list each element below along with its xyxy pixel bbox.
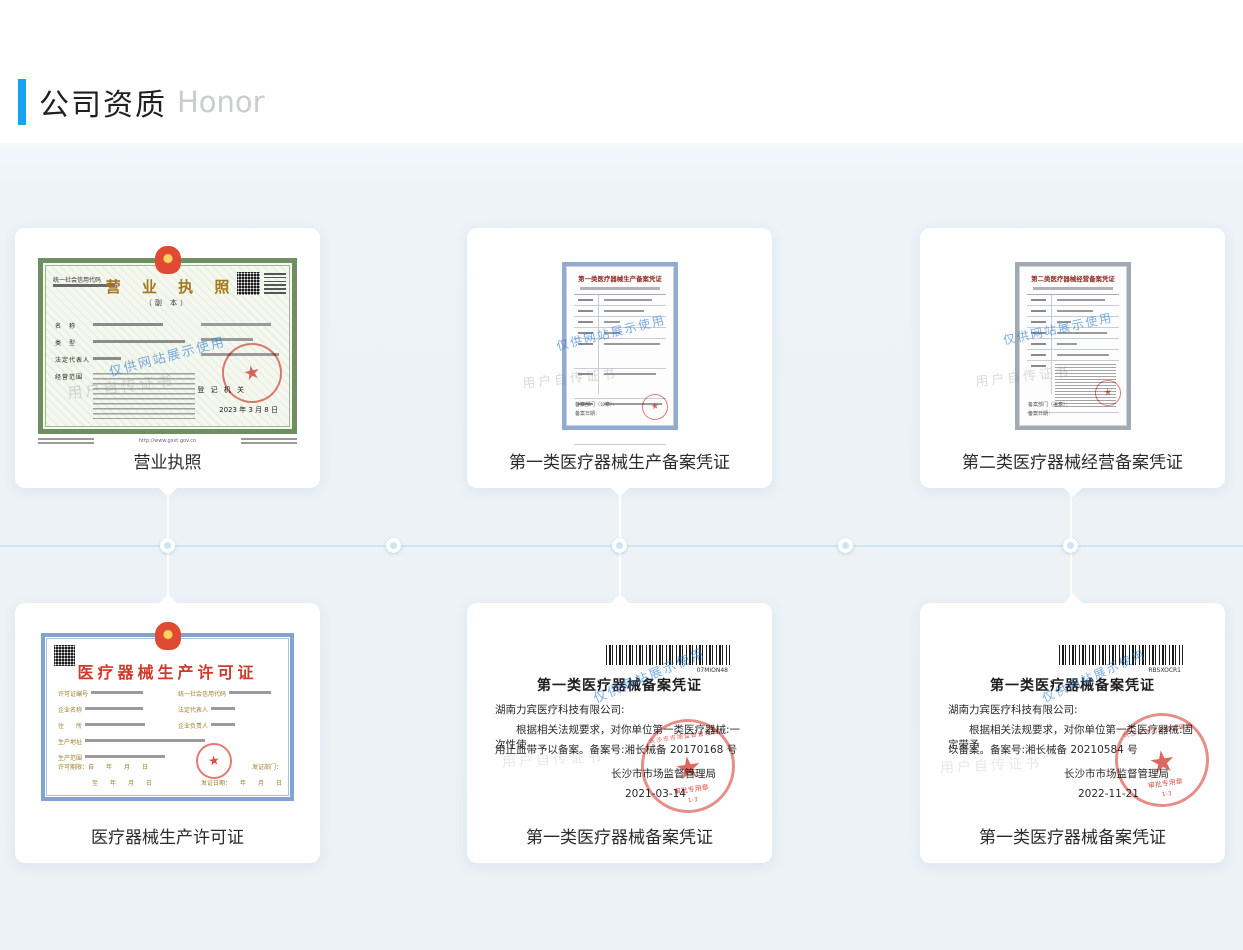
filing-dept-label: 备案部门（盖章）： bbox=[1028, 401, 1071, 408]
section-title-en: Honor bbox=[177, 85, 265, 119]
timeline-dot bbox=[386, 538, 401, 553]
certificate-card-class1-filing-b[interactable]: RBSXOCR1 第一类医疗器械备案凭证 湖南力宾医疗科技有限公司: 根据相关法… bbox=[920, 603, 1225, 863]
license-term-block: 许可期限：自 年 月 日发证部门： 至 年 月 日发证日期： 年 月 日 bbox=[58, 755, 282, 787]
filing-date-label: 备案日期： bbox=[1028, 410, 1053, 417]
production-license-thumbnail: ★ 医疗器械生产许可证 许可证编号 统一社会信用代码 企业名称 法定代表人 住 … bbox=[41, 633, 294, 801]
certificate-card-class1-filing-a[interactable]: 07MION48 第一类医疗器械备案凭证 湖南力宾医疗科技有限公司: 根据相关法… bbox=[467, 603, 772, 863]
barcode-text: 07MION48 bbox=[697, 667, 728, 674]
barcode-icon bbox=[606, 645, 730, 665]
portrait-certificate-thumbnail: 第一类医疗器械生产备案凭证 备案部门（公章）： 备案日期： ★ bbox=[562, 262, 678, 430]
star-icon: ★ bbox=[673, 752, 704, 785]
certificate-card-business-license[interactable]: ★ 统一社会信用代码 营 业 执 照 （副 本） 名 称 类 型 法定代表人 经… bbox=[15, 228, 320, 488]
company-honor-page: 公司资质 Honor ★ 统一社会信用代码 营 业 执 照 （副 本） 名 称 … bbox=[0, 0, 1243, 950]
barcode-icon bbox=[1059, 645, 1183, 665]
document-addressee: 湖南力宾医疗科技有限公司: bbox=[495, 702, 625, 717]
certificate-title: 第二类医疗器械经营备案凭证 bbox=[1023, 274, 1122, 283]
license-fields: 名 称 类 型 法定代表人 经营范围 bbox=[55, 321, 195, 427]
card-notch bbox=[158, 487, 178, 497]
card-notch bbox=[610, 594, 630, 604]
certificate-table bbox=[574, 294, 666, 394]
business-license-thumbnail: ★ 统一社会信用代码 营 业 执 照 （副 本） 名 称 类 型 法定代表人 经… bbox=[38, 258, 297, 434]
section-title-zh: 公司资质 bbox=[39, 80, 167, 124]
document-title: 第一类医疗器械备案凭证 bbox=[467, 675, 772, 695]
timeline-dot bbox=[612, 538, 627, 553]
certificate-table bbox=[1027, 294, 1119, 394]
card-label: 营业执照 bbox=[15, 448, 320, 473]
filing-date-label: 备案日期： bbox=[575, 410, 600, 417]
star-icon: ★ bbox=[1147, 746, 1178, 779]
card-label: 第一类医疗器械备案凭证 bbox=[920, 823, 1225, 848]
qr-code-icon bbox=[237, 272, 260, 295]
portrait-certificate-thumbnail: 第二类医疗器械经营备案凭证 备案部门（盖章）： 备案日期： ★ bbox=[1015, 262, 1131, 430]
gsxt-url: http://www.gsxt.gov.cn bbox=[139, 438, 196, 444]
card-label: 第二类医疗器械经营备案凭证 bbox=[920, 448, 1225, 473]
certificate-subline-placeholder bbox=[580, 287, 660, 290]
document-title: 第一类医疗器械备案凭证 bbox=[920, 675, 1225, 695]
card-label: 第一类医疗器械生产备案凭证 bbox=[467, 448, 772, 473]
certificate-card-production-license[interactable]: ★ 医疗器械生产许可证 许可证编号 统一社会信用代码 企业名称 法定代表人 住 … bbox=[15, 603, 320, 863]
production-license-title: 医疗器械生产许可证 bbox=[45, 659, 290, 683]
timeline-dot bbox=[1063, 538, 1078, 553]
filing-dept-label: 备案部门（公章）： bbox=[575, 401, 618, 408]
certificate-subline-placeholder bbox=[1033, 287, 1113, 290]
national-emblem-icon: ★ bbox=[155, 246, 181, 274]
card-notch bbox=[1063, 594, 1083, 604]
business-license-subtitle: （副 本） bbox=[43, 298, 292, 308]
timeline-dot bbox=[160, 538, 175, 553]
qr-side-text-placeholder bbox=[264, 273, 286, 296]
timeline-dot bbox=[838, 538, 853, 553]
certificate-card-class1-production-filing[interactable]: 第一类医疗器械生产备案凭证 备案部门（公章）： 备案日期： ★ 仅供网站展示使用… bbox=[467, 228, 772, 488]
document-addressee: 湖南力宾医疗科技有限公司: bbox=[948, 702, 1078, 717]
card-notch bbox=[158, 594, 178, 604]
license-date: 2023 年 3 月 8 日 bbox=[219, 405, 278, 415]
national-emblem-icon: ★ bbox=[155, 622, 181, 650]
certificate-card-class2-operation-filing[interactable]: 第二类医疗器械经营备案凭证 备案部门（盖章）： 备案日期： ★ 仅供网站展示使用… bbox=[920, 228, 1225, 488]
section-header: 公司资质 Honor bbox=[18, 79, 265, 125]
accent-bar bbox=[18, 79, 26, 125]
card-notch bbox=[1063, 487, 1083, 497]
barcode-text: RBSXOCR1 bbox=[1148, 667, 1181, 674]
card-label: 医疗器械生产许可证 bbox=[15, 823, 320, 848]
card-label: 第一类医疗器械备案凭证 bbox=[467, 823, 772, 848]
card-notch bbox=[610, 487, 630, 497]
license-footnote: http://www.gsxt.gov.cn bbox=[38, 438, 297, 446]
qr-code-icon bbox=[54, 645, 75, 666]
certificate-title: 第一类医疗器械生产备案凭证 bbox=[570, 274, 669, 283]
